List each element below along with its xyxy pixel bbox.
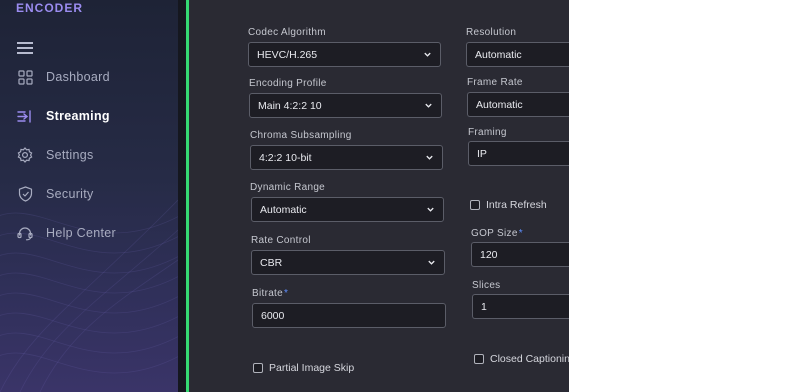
framing-select[interactable]: IP [468, 141, 569, 166]
bitrate-value: 6000 [261, 309, 285, 322]
chevron-down-icon [428, 260, 435, 265]
sidebar-wave-decoration [0, 199, 178, 392]
sidebar-item-help-center[interactable]: Help Center [16, 222, 166, 244]
gop-size-label-text: GOP Size [471, 228, 518, 239]
partial-image-skip-checkbox[interactable]: Partial Image Skip [253, 362, 354, 374]
rate-control-label: Rate Control [251, 235, 311, 246]
sidebar-item-settings[interactable]: Settings [16, 144, 166, 166]
sidebar-item-label: Security [46, 187, 94, 201]
chroma-subsampling-select[interactable]: 4:2:2 10-bit [250, 145, 443, 170]
dynamic-range-select[interactable]: Automatic [251, 197, 444, 222]
codec-algorithm-value: HEVC/H.265 [257, 48, 318, 61]
frame-rate-value: Automatic [476, 98, 523, 111]
sidebar: ENCODER Dashboard Streaming Settings Sec… [0, 0, 178, 392]
frame-rate-select[interactable]: Automatic [467, 92, 569, 117]
rate-control-select[interactable]: CBR [251, 250, 445, 275]
closed-captioning-label: Closed Captioning [490, 353, 569, 365]
resolution-select[interactable]: Automatic [466, 42, 569, 67]
slices-label: Slices [472, 280, 501, 291]
streaming-icon [16, 107, 34, 125]
dashboard-icon [16, 68, 34, 86]
closed-captioning-checkbox[interactable]: Closed Captioning [474, 353, 569, 365]
shield-icon [16, 185, 34, 203]
gop-size-value: 120 [480, 248, 498, 261]
sidebar-item-security[interactable]: Security [16, 183, 166, 205]
resolution-label: Resolution [466, 27, 517, 38]
gop-size-label: GOP Size* [471, 228, 523, 239]
sidebar-item-label: Settings [46, 148, 94, 162]
codec-algorithm-label: Codec Algorithm [248, 27, 326, 38]
slices-input[interactable]: 1 [472, 294, 569, 319]
sidebar-item-label: Help Center [46, 226, 116, 240]
checkbox-box[interactable] [474, 354, 484, 364]
headset-icon [16, 224, 34, 242]
intra-refresh-checkbox[interactable]: Intra Refresh [470, 199, 547, 211]
chevron-down-icon [425, 103, 432, 108]
gop-size-input[interactable]: 120 [471, 242, 569, 267]
required-marker: * [518, 228, 523, 239]
codec-algorithm-select[interactable]: HEVC/H.265 [248, 42, 441, 67]
encoding-profile-select[interactable]: Main 4:2:2 10 [249, 93, 442, 118]
dynamic-range-value: Automatic [260, 203, 307, 216]
sidebar-item-label: Streaming [46, 109, 110, 123]
required-marker: * [284, 288, 289, 299]
chevron-down-icon [427, 207, 434, 212]
chroma-subsampling-label: Chroma Subsampling [250, 130, 352, 141]
partial-image-skip-label: Partial Image Skip [269, 362, 355, 374]
encoding-profile-label: Encoding Profile [249, 78, 327, 89]
chroma-subsampling-value: 4:2:2 10-bit [259, 151, 312, 164]
frame-rate-label: Frame Rate [467, 77, 523, 88]
gear-icon [16, 146, 34, 164]
slices-value: 1 [481, 300, 487, 313]
encoder-settings-panel: Codec Algorithm HEVC/H.265 Encoding Prof… [189, 0, 569, 392]
resolution-value: Automatic [475, 48, 522, 61]
bitrate-input[interactable]: 6000 [252, 303, 446, 328]
dynamic-range-label: Dynamic Range [250, 182, 326, 193]
sidebar-divider [178, 0, 186, 392]
encoding-profile-value: Main 4:2:2 10 [258, 99, 322, 112]
sidebar-item-dashboard[interactable]: Dashboard [16, 66, 166, 88]
sidebar-item-label: Dashboard [46, 70, 110, 84]
framing-label: Framing [468, 127, 507, 138]
rate-control-value: CBR [260, 256, 283, 269]
menu-toggle-icon[interactable] [17, 42, 33, 54]
bitrate-label-text: Bitrate [252, 288, 284, 299]
checkbox-box[interactable] [470, 200, 480, 210]
app-brand-title: ENCODER [16, 1, 84, 15]
bitrate-label: Bitrate* [252, 288, 288, 299]
framing-value: IP [477, 147, 487, 160]
chevron-down-icon [426, 155, 433, 160]
intra-refresh-label: Intra Refresh [486, 199, 547, 211]
chevron-down-icon [424, 52, 431, 57]
checkbox-box[interactable] [253, 363, 263, 373]
sidebar-item-streaming[interactable]: Streaming [16, 105, 166, 127]
